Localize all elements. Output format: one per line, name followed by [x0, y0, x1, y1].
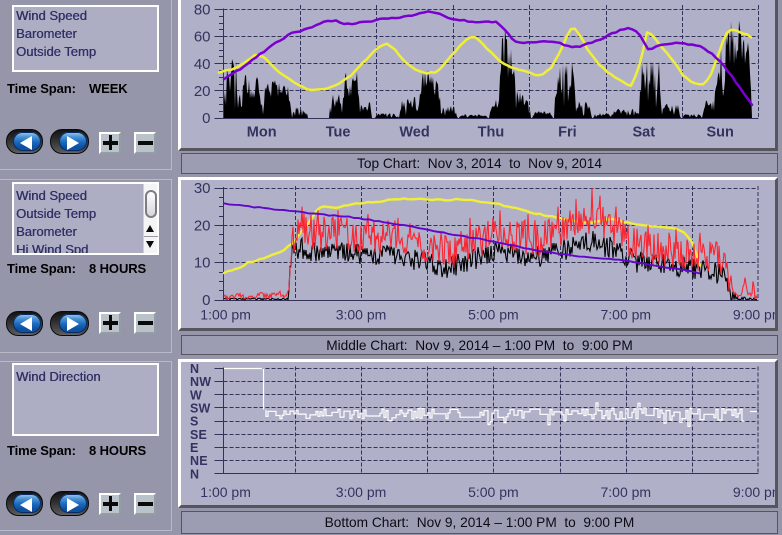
svg-text:Mon: Mon	[247, 125, 277, 141]
svg-text:5:00 pm: 5:00 pm	[468, 307, 519, 323]
svg-text:20: 20	[194, 83, 211, 100]
svg-text:Thu: Thu	[478, 125, 505, 141]
svg-text:9:00 pm: 9:00 pm	[733, 484, 782, 500]
svg-text:NW: NW	[190, 375, 211, 389]
svg-text:60: 60	[194, 29, 211, 46]
svg-text:30: 30	[194, 180, 211, 197]
svg-text:7:00 pm: 7:00 pm	[601, 484, 652, 500]
svg-text:7:00 pm: 7:00 pm	[601, 307, 652, 323]
svg-text:Sun: Sun	[706, 125, 733, 141]
svg-text:W: W	[190, 388, 202, 402]
svg-text:0: 0	[202, 110, 210, 127]
svg-text:E: E	[190, 441, 199, 455]
svg-text:20: 20	[194, 217, 211, 234]
svg-text:3:00 pm: 3:00 pm	[336, 484, 387, 500]
svg-text:40: 40	[194, 56, 211, 73]
svg-text:Sat: Sat	[632, 125, 655, 141]
svg-text:Tue: Tue	[326, 125, 351, 141]
svg-text:80: 80	[194, 2, 211, 19]
svg-text:1:00 pm: 1:00 pm	[200, 484, 251, 500]
svg-text:10: 10	[194, 255, 211, 272]
svg-text:N: N	[190, 467, 199, 481]
svg-text:3:00 pm: 3:00 pm	[336, 307, 387, 323]
svg-text:NE: NE	[190, 454, 208, 468]
svg-text:N: N	[190, 362, 199, 376]
svg-text:SW: SW	[190, 401, 211, 415]
svg-text:Wed: Wed	[399, 125, 429, 141]
svg-text:5:00 pm: 5:00 pm	[468, 484, 519, 500]
svg-text:1:00 pm: 1:00 pm	[200, 307, 251, 323]
svg-text:Fri: Fri	[558, 125, 577, 141]
svg-text:9:00 pm: 9:00 pm	[733, 307, 782, 323]
svg-text:S: S	[190, 415, 199, 429]
svg-text:SE: SE	[190, 428, 207, 442]
